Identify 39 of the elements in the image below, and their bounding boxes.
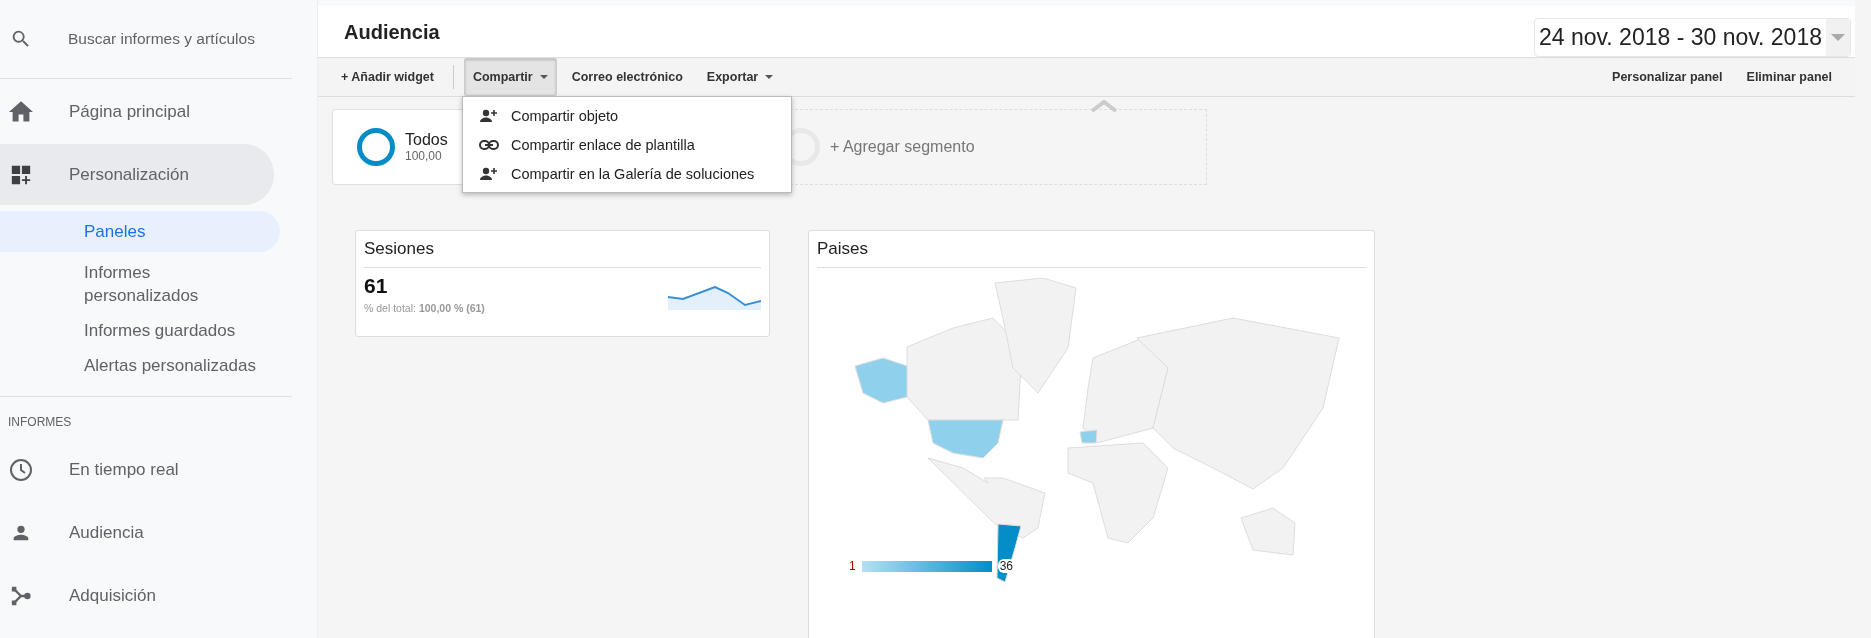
toolbar-button[interactable]: Correo electrónico [562,58,692,96]
caret-icon [539,75,548,79]
metric-value: 61 [364,274,389,298]
nav-subitem[interactable]: Alertas personalizadas [0,351,280,380]
nav-subitem[interactable]: Informes personalizados [0,258,280,310]
toolbar-button[interactable]: + Añadir widget [332,58,443,96]
segment-name: Todos [405,131,448,149]
dashboard-add-icon [10,163,32,186]
legend-min-label: 1 [849,559,856,573]
clock-icon [9,457,33,482]
date-range-picker[interactable]: 24 nov. 2018 - 30 nov. 2018 [1533,18,1851,57]
search-field[interactable]: Buscar informes y artículos [66,29,275,49]
link-icon [478,139,499,150]
nav-item[interactable]: Adquisición [0,565,274,626]
nav-item[interactable]: Audiencia [0,502,274,563]
nav-subitem[interactable]: Informes guardados [0,316,280,345]
caret-icon [1831,34,1845,41]
widget-title: Sesiones [364,239,761,268]
metric-caption: % del total: 100,00 % (61) [364,302,485,314]
caret-icon [765,75,774,79]
branch-icon [10,584,32,607]
person-add-icon [479,166,498,181]
home-icon [9,100,33,123]
search-icon [10,28,32,50]
toolbar-button[interactable]: Eliminar panel [1737,58,1841,96]
nav-item[interactable]: Personalización [0,144,274,205]
nav-item[interactable]: Página principal [0,81,274,142]
widget-title: Paises [817,239,1366,268]
nav-item[interactable]: En tiempo real [0,439,274,500]
donut-icon [357,128,395,166]
dropdown-button[interactable]: Compartir [463,58,557,96]
section-heading: INFORMES [7,414,73,431]
segment-value: 100,00 [405,149,443,163]
toolbar-button[interactable]: Personalizar panel [1603,58,1732,96]
person-add-icon [479,108,498,123]
page-title: Audiencia [344,21,440,44]
dropdown-button[interactable]: Exportar [697,58,783,96]
nav-subitem[interactable]: Paneles [0,211,280,252]
chevron-up-icon[interactable] [1090,99,1118,113]
